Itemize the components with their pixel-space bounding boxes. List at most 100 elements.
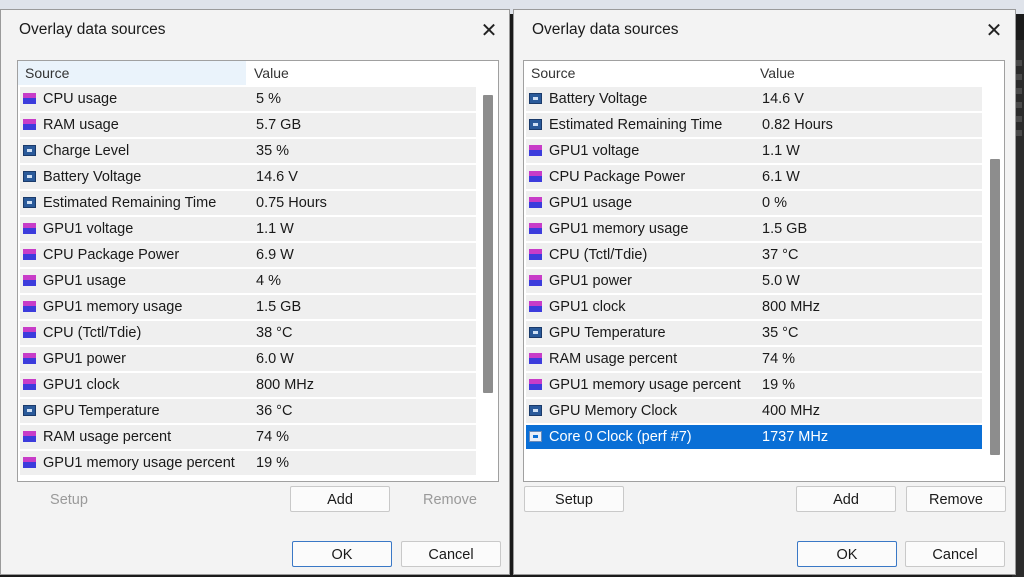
source-value: 1.5 GB: [762, 221, 808, 237]
overlay-data-sources-dialog-right: Overlay data sources ✕ Source Value Batt…: [513, 9, 1016, 575]
source-name: GPU1 memory usage percent: [43, 455, 235, 471]
source-value: 36 °C: [256, 403, 293, 419]
list-item[interactable]: Estimated Remaining Time 0.75 Hours: [20, 190, 476, 216]
list-item[interactable]: GPU1 clock 800 MHz: [20, 372, 476, 398]
list-item[interactable]: CPU Package Power 6.9 W: [20, 242, 476, 268]
source-name: CPU usage: [43, 91, 118, 107]
source-name: RAM usage percent: [43, 429, 172, 445]
list-item[interactable]: CPU Package Power 6.1 W: [526, 164, 982, 190]
memory-icon: [23, 223, 36, 234]
memory-icon: [529, 197, 542, 208]
list-item[interactable]: RAM usage percent 74 %: [20, 424, 476, 450]
battery-icon: [529, 405, 542, 416]
list-item[interactable]: Charge Level 35 %: [20, 138, 476, 164]
list-item[interactable]: Estimated Remaining Time 0.82 Hours: [526, 112, 982, 138]
source-name: CPU (Tctl/Tdie): [549, 247, 648, 263]
list-item[interactable]: GPU1 power 5.0 W: [526, 268, 982, 294]
source-value: 1.5 GB: [256, 299, 302, 315]
source-value: 4 %: [256, 273, 281, 289]
list-item[interactable]: GPU1 usage 0 %: [526, 190, 982, 216]
list-header: Source Value: [18, 61, 498, 85]
source-value: 38 °C: [256, 325, 293, 341]
source-name: GPU1 clock: [43, 377, 120, 393]
column-header-source[interactable]: Source: [18, 61, 246, 85]
source-value: 19 %: [256, 455, 290, 471]
list-item[interactable]: GPU Temperature 35 °C: [526, 320, 982, 346]
cancel-button[interactable]: Cancel: [401, 541, 501, 567]
list-item[interactable]: GPU1 voltage 1.1 W: [526, 138, 982, 164]
list-item[interactable]: GPU1 memory usage percent 19 %: [526, 372, 982, 398]
list-item[interactable]: GPU1 memory usage percent 19 %: [20, 450, 476, 476]
vertical-scrollbar[interactable]: [483, 95, 493, 393]
source-value: 0.75 Hours: [256, 195, 327, 211]
source-name: GPU1 memory usage: [43, 299, 183, 315]
cancel-button[interactable]: Cancel: [905, 541, 1005, 567]
memory-icon: [529, 223, 542, 234]
memory-icon: [23, 301, 36, 312]
list-item[interactable]: RAM usage 5.7 GB: [20, 112, 476, 138]
battery-icon: [529, 327, 542, 338]
battery-icon: [23, 405, 36, 416]
column-header-source[interactable]: Source: [524, 61, 752, 85]
list-item[interactable]: CPU usage 5 %: [20, 86, 476, 112]
battery-icon: [529, 431, 542, 442]
source-name: GPU1 memory usage: [549, 221, 689, 237]
battery-icon: [529, 119, 542, 130]
list-rows: CPU usage 5 % RAM usage 5.7 GB Charge Level 3…: [20, 86, 476, 476]
source-value: 800 MHz: [762, 299, 821, 315]
list-item[interactable]: GPU1 memory usage 1.5 GB: [526, 216, 982, 242]
battery-icon: [23, 171, 36, 182]
list-item[interactable]: Battery Voltage 14.6 V: [526, 86, 982, 112]
source-name: Battery Voltage: [43, 169, 142, 185]
source-name: RAM usage percent: [549, 351, 678, 367]
vertical-scrollbar[interactable]: [990, 159, 1000, 455]
remove-button[interactable]: Remove: [400, 486, 500, 512]
list-item[interactable]: GPU1 memory usage 1.5 GB: [20, 294, 476, 320]
data-sources-list[interactable]: Source Value Battery Voltage 14.6 V Estima…: [523, 60, 1005, 482]
list-item[interactable]: CPU (Tctl/Tdie) 37 °C: [526, 242, 982, 268]
column-header-value[interactable]: Value: [760, 61, 795, 85]
source-name: GPU Memory Clock: [549, 403, 678, 419]
memory-icon: [23, 119, 36, 130]
ok-button[interactable]: OK: [797, 541, 897, 567]
close-icon[interactable]: ✕: [982, 19, 1006, 43]
memory-icon: [529, 353, 542, 364]
list-item[interactable]: GPU1 usage 4 %: [20, 268, 476, 294]
source-name: GPU1 memory usage percent: [549, 377, 741, 393]
setup-button[interactable]: Setup: [21, 486, 117, 512]
list-item[interactable]: Core 0 Clock (perf #7) 1737 MHz: [526, 424, 982, 450]
source-name: Battery Voltage: [549, 91, 648, 107]
list-item[interactable]: GPU1 clock 800 MHz: [526, 294, 982, 320]
source-name: GPU1 voltage: [549, 143, 640, 159]
memory-icon: [529, 379, 542, 390]
column-header-value[interactable]: Value: [254, 61, 289, 85]
memory-icon: [23, 275, 36, 286]
list-rows: Battery Voltage 14.6 V Estimated Remaining…: [526, 86, 982, 450]
list-item[interactable]: GPU Temperature 36 °C: [20, 398, 476, 424]
list-item[interactable]: GPU1 voltage 1.1 W: [20, 216, 476, 242]
remove-button[interactable]: Remove: [906, 486, 1006, 512]
source-name: CPU (Tctl/Tdie): [43, 325, 142, 341]
source-value: 37 °C: [762, 247, 799, 263]
close-icon[interactable]: ✕: [477, 19, 501, 43]
memory-icon: [529, 275, 542, 286]
add-button[interactable]: Add: [290, 486, 390, 512]
ok-button[interactable]: OK: [292, 541, 392, 567]
overlay-data-sources-dialog-left: Overlay data sources ✕ Source Value CPU …: [0, 9, 510, 575]
memory-icon: [23, 249, 36, 260]
setup-button[interactable]: Setup: [524, 486, 624, 512]
source-value: 0 %: [762, 195, 787, 211]
memory-icon: [23, 93, 36, 104]
list-item[interactable]: Battery Voltage 14.6 V: [20, 164, 476, 190]
add-button[interactable]: Add: [796, 486, 896, 512]
data-sources-list[interactable]: Source Value CPU usage 5 % RAM usage 5.7 GB…: [17, 60, 499, 482]
source-value: 74 %: [256, 429, 290, 445]
list-item[interactable]: GPU Memory Clock 400 MHz: [526, 398, 982, 424]
memory-icon: [529, 171, 542, 182]
list-item[interactable]: RAM usage percent 74 %: [526, 346, 982, 372]
dialog-title: Overlay data sources: [532, 21, 679, 38]
list-item[interactable]: GPU1 power 6.0 W: [20, 346, 476, 372]
source-name: Estimated Remaining Time: [43, 195, 217, 211]
source-value: 1737 MHz: [762, 429, 829, 445]
list-item[interactable]: CPU (Tctl/Tdie) 38 °C: [20, 320, 476, 346]
